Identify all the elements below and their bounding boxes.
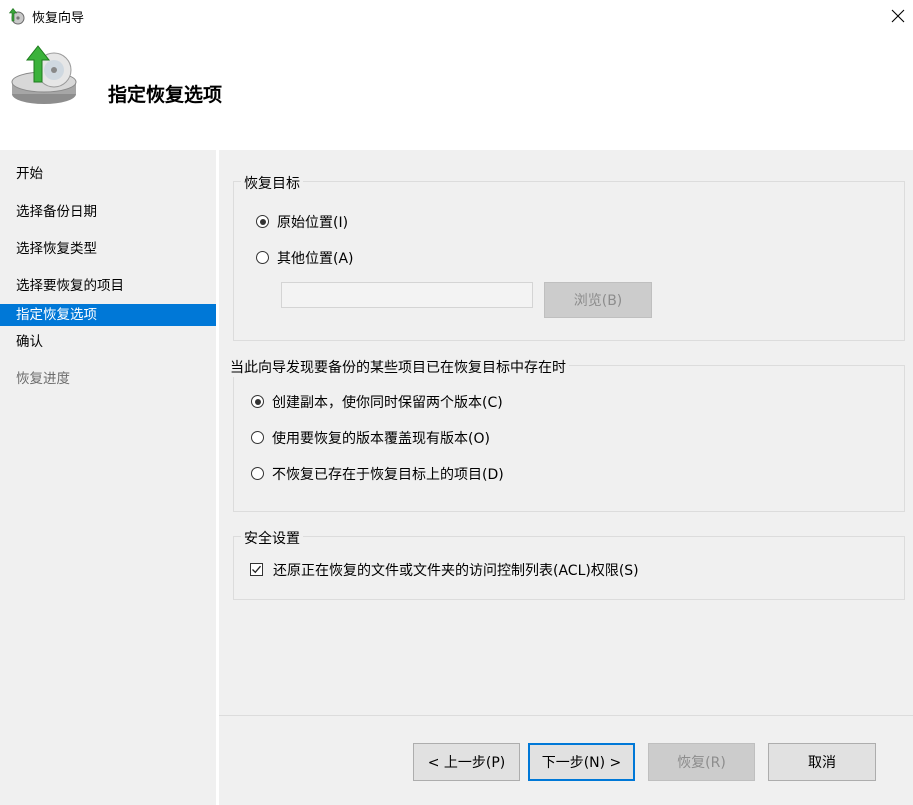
skip-existing-label[interactable]: 不恢复已存在于恢复目标上的项目(D)	[272, 464, 504, 484]
backup-restore-icon	[7, 7, 25, 25]
wizard-step-list: 开始 选择备份日期 选择恢复类型 选择要恢复的项目 指定恢复选项 确认 恢复进度	[0, 150, 216, 805]
other-location-label[interactable]: 其他位置(A)	[277, 248, 354, 268]
step-select-recovery-type[interactable]: 选择恢复类型	[0, 238, 216, 260]
back-button[interactable]: < 上一步(P)	[413, 743, 520, 781]
wizard-footer: < 上一步(P) 下一步(N) > 恢复(R) 取消	[219, 716, 913, 805]
page-title: 指定恢复选项	[108, 84, 223, 106]
recovery-target-title: 恢复目标	[241, 173, 303, 193]
original-location-label[interactable]: 原始位置(I)	[277, 212, 348, 232]
overwrite-radio[interactable]	[251, 431, 264, 444]
browse-button[interactable]: 浏览(B)	[544, 282, 652, 318]
close-button[interactable]	[884, 2, 912, 30]
backup-disk-arrow-icon	[6, 42, 78, 108]
title-bar	[0, 0, 913, 32]
close-icon	[891, 9, 905, 23]
step-select-items[interactable]: 选择要恢复的项目	[0, 275, 216, 297]
create-copy-radio[interactable]	[251, 395, 264, 408]
cancel-button[interactable]: 取消	[768, 743, 876, 781]
step-start[interactable]: 开始	[0, 163, 216, 185]
options-panel: 恢复目标 原始位置(I) 其他位置(A) 浏览(B) 当此向导发现要备份的某些项…	[219, 150, 913, 715]
acl-checkbox[interactable]	[250, 563, 263, 576]
step-confirm: 确认	[16, 334, 43, 350]
step-select-backup-date[interactable]: 选择备份日期	[0, 201, 216, 223]
create-copy-label[interactable]: 创建副本，使你同时保留两个版本(C)	[272, 392, 503, 412]
recover-button[interactable]: 恢复(R)	[648, 743, 755, 781]
conflict-handling-title: 当此向导发现要备份的某些项目已在恢复目标中存在时	[227, 357, 569, 377]
original-location-radio[interactable]	[256, 215, 269, 228]
skip-existing-radio[interactable]	[251, 467, 264, 480]
overwrite-label[interactable]: 使用要恢复的版本覆盖现有版本(O)	[272, 428, 490, 448]
acl-label[interactable]: 还原正在恢复的文件或文件夹的访问控制列表(ACL)权限(S)	[273, 560, 639, 580]
checkmark-icon	[252, 565, 261, 574]
other-location-radio[interactable]	[256, 251, 269, 264]
security-settings-title: 安全设置	[241, 528, 303, 548]
other-location-path-input[interactable]	[281, 282, 533, 308]
next-button[interactable]: 下一步(N) >	[528, 743, 635, 781]
step-progress: 恢复进度	[16, 371, 70, 387]
step-specify-options[interactable]: 指定恢复选项	[0, 304, 216, 326]
window-title: 恢复向导	[32, 11, 85, 26]
